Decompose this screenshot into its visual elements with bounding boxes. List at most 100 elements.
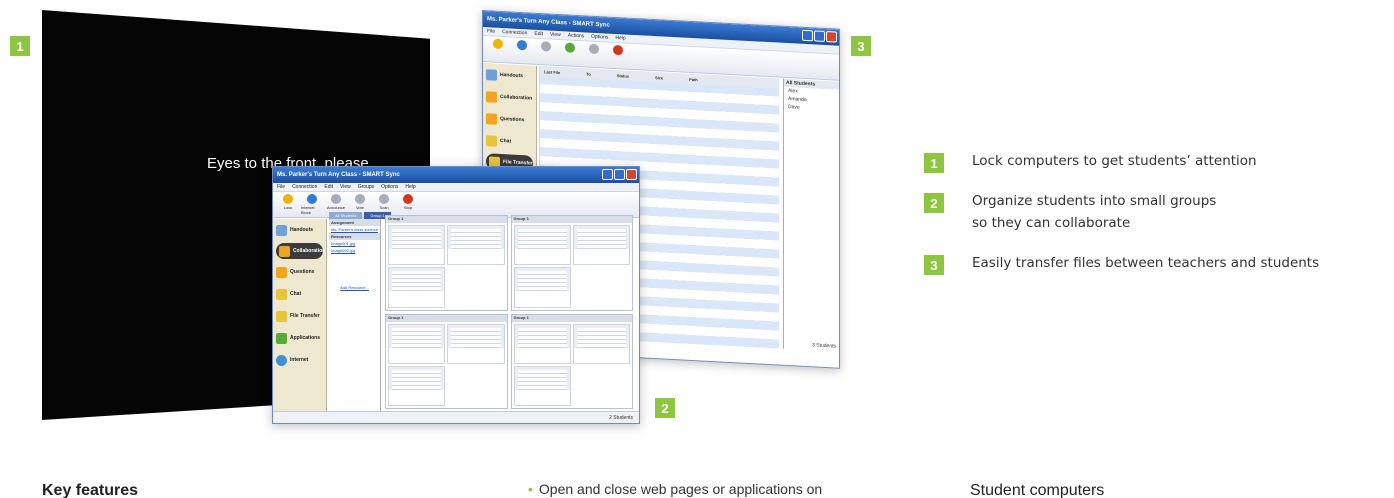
group-panel[interactable]: Group 1 (510, 215, 633, 311)
menu-connection[interactable]: Connection (292, 184, 317, 190)
menu-options[interactable]: Options (591, 34, 608, 41)
scan-icon (379, 194, 389, 204)
menu-help[interactable]: Help (405, 184, 415, 190)
column-status[interactable]: Status (617, 73, 629, 79)
assignment-header: Assignment (329, 219, 380, 226)
window-title: Ms. Parker's Turn Any Class - SMART Sync (487, 16, 610, 29)
column-size[interactable]: Size (655, 75, 663, 80)
student-thumbnail[interactable] (513, 365, 571, 406)
legend-badge: 2 (924, 193, 944, 213)
feature-legend: 1 Lock computers to get students’ attent… (924, 150, 1384, 275)
menu-options[interactable]: Options (381, 184, 398, 190)
resource-link[interactable]: Image001.jpg (329, 240, 380, 247)
students-pane: All Students Alex Amanda Dave 3 Students (783, 78, 839, 352)
menu-edit[interactable]: Edit (324, 184, 333, 190)
bullet-icon: • (528, 481, 533, 497)
resources-header: Resources (329, 233, 380, 240)
sidebar-item-collaboration[interactable]: Collaboration (276, 243, 325, 259)
student-thumbnail[interactable] (447, 225, 505, 266)
close-icon[interactable] (826, 31, 837, 43)
close-icon[interactable] (626, 169, 637, 180)
student-thumbnail[interactable] (572, 225, 630, 266)
group-panel[interactable]: Group 1 (385, 313, 508, 409)
minimize-icon[interactable] (802, 29, 813, 42)
group-panel[interactable]: Group 1 (385, 215, 508, 311)
file-transfer-icon (276, 310, 287, 322)
menu-connection[interactable]: Connection (502, 29, 527, 36)
sidebar-item-file-transfer[interactable]: File Transfer (273, 305, 326, 327)
menu-file[interactable]: File (487, 28, 495, 34)
group-tabs: All Students Group 1 (329, 212, 391, 219)
tab-all-students[interactable]: All Students (329, 212, 363, 219)
assignment-pane: Assignment Ms. Parker's class science Re… (329, 219, 381, 411)
student-thumbnail[interactable] (388, 365, 446, 406)
legend-item-3: 3 Easily transfer files between teachers… (924, 252, 1384, 275)
maximize-icon[interactable] (614, 169, 625, 180)
key-features-heading: Key features (42, 482, 139, 498)
stop-tool-button[interactable] (607, 44, 629, 67)
sidebar-item-handouts[interactable]: Handouts (483, 63, 536, 88)
stop-icon (403, 194, 413, 204)
menu-view[interactable]: View (340, 184, 351, 190)
vote-tool-button[interactable] (559, 42, 581, 64)
group-panel[interactable]: Group 1 (510, 313, 633, 409)
minimize-icon[interactable] (602, 169, 613, 180)
announce-tool-button[interactable] (535, 41, 557, 63)
menu-edit[interactable]: Edit (534, 31, 543, 37)
student-item[interactable]: Dave (784, 103, 839, 114)
megaphone-icon (331, 194, 341, 204)
sidebar-item-handouts[interactable]: Handouts (273, 219, 326, 241)
student-thumbnail[interactable] (388, 323, 446, 364)
questions-icon (276, 266, 287, 278)
collab-sidebar: Handouts Collaboration Questions Chat Fi… (273, 219, 327, 411)
student-thumbnail[interactable] (572, 323, 630, 364)
menu-file[interactable]: File (277, 184, 285, 190)
sidebar-item-applications[interactable]: Applications (273, 327, 326, 349)
sidebar-item-questions[interactable]: Questions (273, 261, 326, 283)
student-thumbnail[interactable] (388, 225, 446, 266)
lock-icon (493, 38, 503, 50)
maximize-icon[interactable] (814, 30, 825, 42)
legend-badge: 1 (924, 153, 944, 173)
add-resource-link[interactable]: Add Resource... (329, 284, 380, 291)
legend-text: Organize students into small groups so t… (972, 193, 1217, 231)
column-to[interactable]: To (586, 71, 591, 76)
sidebar-item-chat[interactable]: Chat (273, 283, 326, 305)
scan-tool-button[interactable] (583, 43, 605, 65)
collaboration-icon (486, 90, 497, 103)
menu-bar: File Connection Edit View Groups Options… (273, 183, 639, 192)
sidebar-item-internet[interactable]: Internet (273, 349, 326, 371)
lock-tool-button[interactable] (487, 38, 509, 60)
group-header: Group 1 (386, 314, 507, 322)
menu-actions[interactable]: Actions (568, 32, 584, 39)
legend-text: Lock computers to get students’ attentio… (972, 153, 1257, 169)
internet-tool-button[interactable] (511, 39, 533, 62)
student-thumbnail[interactable] (513, 323, 571, 364)
stop-button[interactable]: Stop (397, 194, 419, 215)
student-thumbnail[interactable] (513, 225, 571, 266)
chat-icon (276, 288, 287, 300)
column-last-file[interactable]: Last File (544, 69, 560, 75)
sidebar-item-questions[interactable]: Questions (483, 107, 536, 132)
assignment-link[interactable]: Ms. Parker's class science (329, 226, 380, 233)
window-title: Ms. Parker's Turn Any Class - SMART Sync (277, 172, 400, 178)
resource-link[interactable]: Image002.jpg (329, 247, 380, 254)
menu-view[interactable]: View (550, 32, 561, 39)
lock-button[interactable]: Lock (277, 194, 299, 215)
menu-groups[interactable]: Groups (358, 184, 374, 190)
sidebar-item-chat[interactable]: Chat (483, 129, 536, 154)
legend-item-2: 2 Organize students into small groups so… (924, 190, 1224, 234)
callout-badge-2: 2 (655, 398, 675, 418)
globe-icon (307, 194, 317, 204)
status-bar: 2 Students (273, 411, 639, 423)
menu-help[interactable]: Help (615, 35, 625, 42)
student-thumbnail[interactable] (513, 267, 571, 308)
student-thumbnail[interactable] (388, 267, 446, 308)
student-thumbnail[interactable] (447, 323, 505, 364)
callout-badge-1: 1 (10, 36, 30, 56)
sidebar-item-collaboration[interactable]: Collaboration (483, 85, 536, 110)
internet-block-button[interactable]: Internet Block (301, 194, 323, 215)
column-path[interactable]: Path (689, 76, 698, 81)
vote-icon (355, 194, 365, 204)
megaphone-icon (541, 41, 551, 52)
